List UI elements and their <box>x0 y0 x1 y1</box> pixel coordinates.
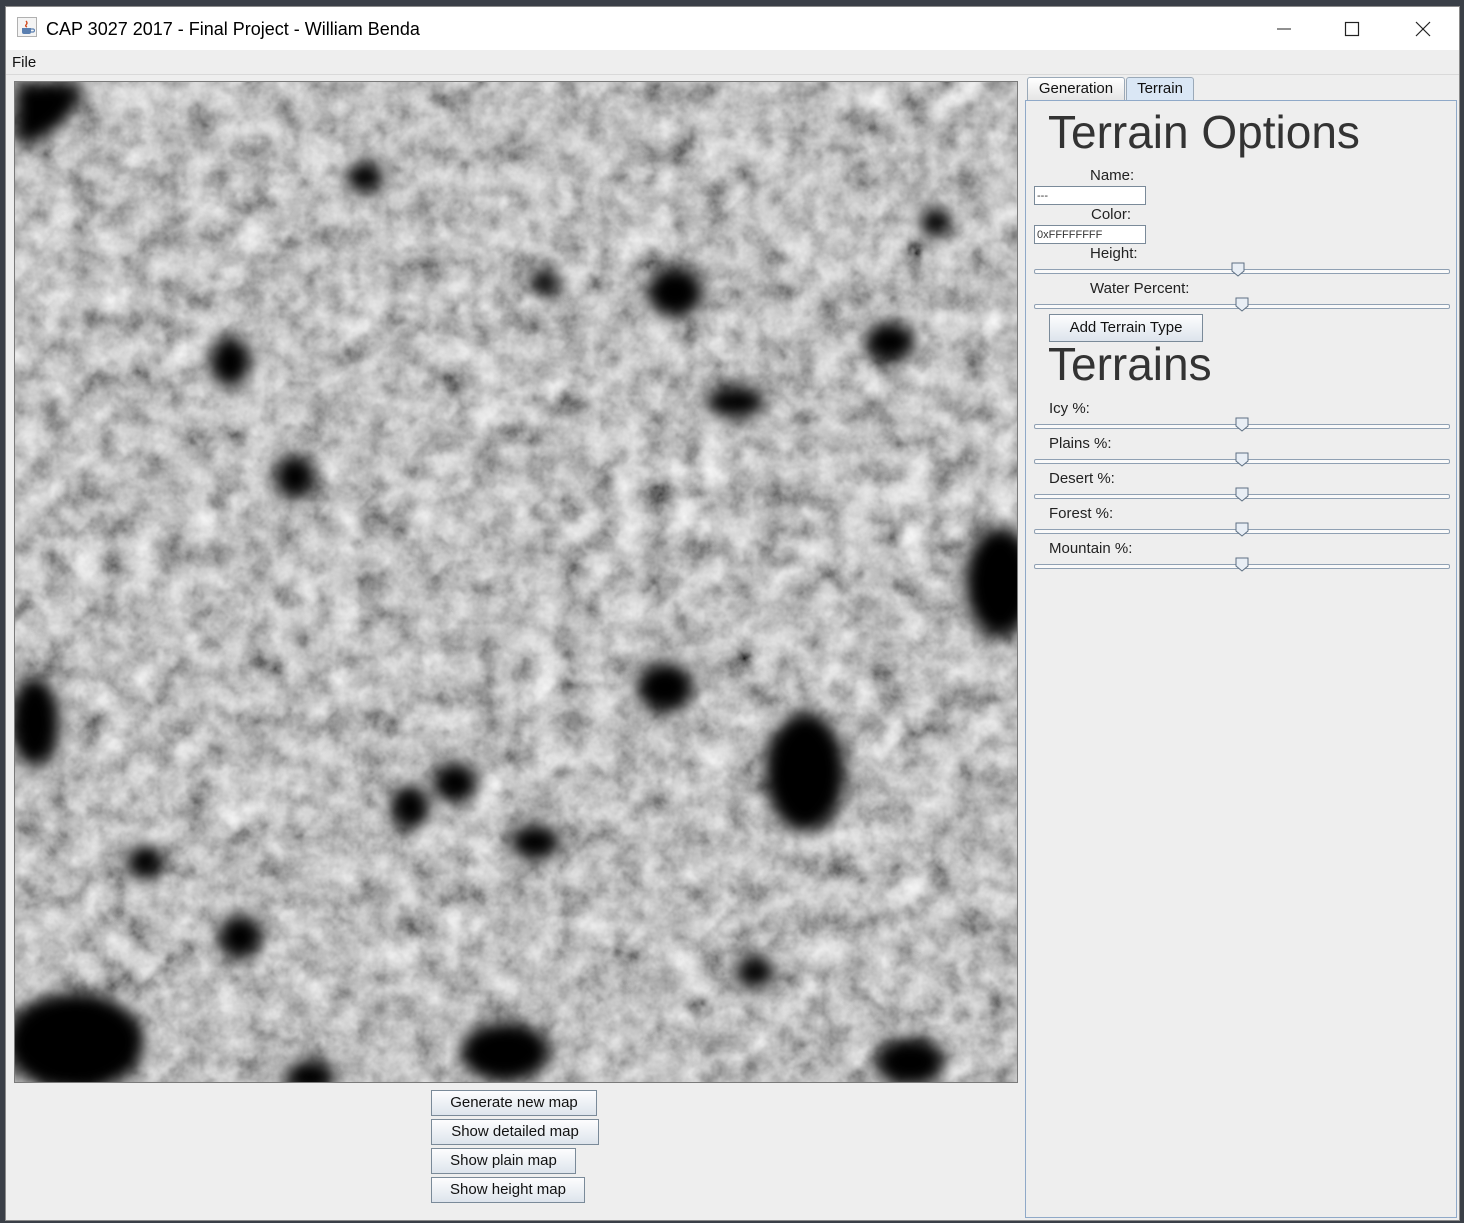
slider-thumb-icon[interactable] <box>1235 557 1249 572</box>
show-plain-map-button[interactable]: Show plain map <box>431 1148 576 1174</box>
slider-thumb-icon[interactable] <box>1235 297 1249 312</box>
height-label: Height: <box>1090 245 1138 262</box>
menu-file[interactable]: File <box>12 54 36 71</box>
slider-thumb-icon[interactable] <box>1231 262 1245 277</box>
name-field[interactable]: --- <box>1034 186 1146 205</box>
height-slider[interactable] <box>1034 262 1450 277</box>
minimize-button[interactable] <box>1251 7 1317 50</box>
tab-generation[interactable]: Generation <box>1027 77 1125 101</box>
slider-thumb-icon[interactable] <box>1235 417 1249 432</box>
maximize-icon <box>1344 21 1360 37</box>
slider-thumb-icon[interactable] <box>1235 522 1249 537</box>
heightmap-render <box>15 82 1017 1082</box>
terrain-panel: Terrain Options Name: --- Color: 0xFFFFF… <box>1025 100 1457 1218</box>
generate-map-button[interactable]: Generate new map <box>431 1090 597 1116</box>
forest-label: Forest %: <box>1049 505 1114 522</box>
slider-thumb-icon[interactable] <box>1235 452 1249 467</box>
icy-label: Icy %: <box>1049 400 1090 417</box>
close-button[interactable] <box>1390 7 1456 50</box>
close-icon <box>1415 21 1431 37</box>
tab-terrain[interactable]: Terrain <box>1126 77 1194 101</box>
icy-slider[interactable] <box>1034 417 1450 432</box>
desert-slider[interactable] <box>1034 487 1450 502</box>
terrain-options-heading: Terrain Options <box>1048 106 1360 158</box>
name-label: Name: <box>1090 167 1135 184</box>
water-percent-slider[interactable] <box>1034 297 1450 312</box>
desert-label: Desert %: <box>1049 470 1115 487</box>
mountain-slider[interactable] <box>1034 557 1450 572</box>
heightmap-image <box>14 81 1018 1083</box>
color-field[interactable]: 0xFFFFFFFF <box>1034 225 1146 244</box>
java-app-icon <box>17 17 37 37</box>
plains-slider[interactable] <box>1034 452 1450 467</box>
minimize-icon <box>1277 28 1291 30</box>
menu-bar: File <box>6 50 1459 75</box>
window-title: CAP 3027 2017 - Final Project - William … <box>46 19 420 39</box>
mountain-label: Mountain %: <box>1049 540 1133 557</box>
forest-slider[interactable] <box>1034 522 1450 537</box>
show-detailed-map-button[interactable]: Show detailed map <box>431 1119 599 1145</box>
app-window: CAP 3027 2017 - Final Project - William … <box>5 6 1460 1221</box>
show-height-map-button[interactable]: Show height map <box>431 1177 585 1203</box>
title-bar[interactable]: CAP 3027 2017 - Final Project - William … <box>6 7 1459 50</box>
plains-label: Plains %: <box>1049 435 1112 452</box>
terrains-heading: Terrains <box>1048 338 1212 390</box>
water-percent-label: Water Percent: <box>1090 280 1190 297</box>
slider-thumb-icon[interactable] <box>1235 487 1249 502</box>
maximize-button[interactable] <box>1319 7 1385 50</box>
color-label: Color: <box>1091 206 1132 223</box>
